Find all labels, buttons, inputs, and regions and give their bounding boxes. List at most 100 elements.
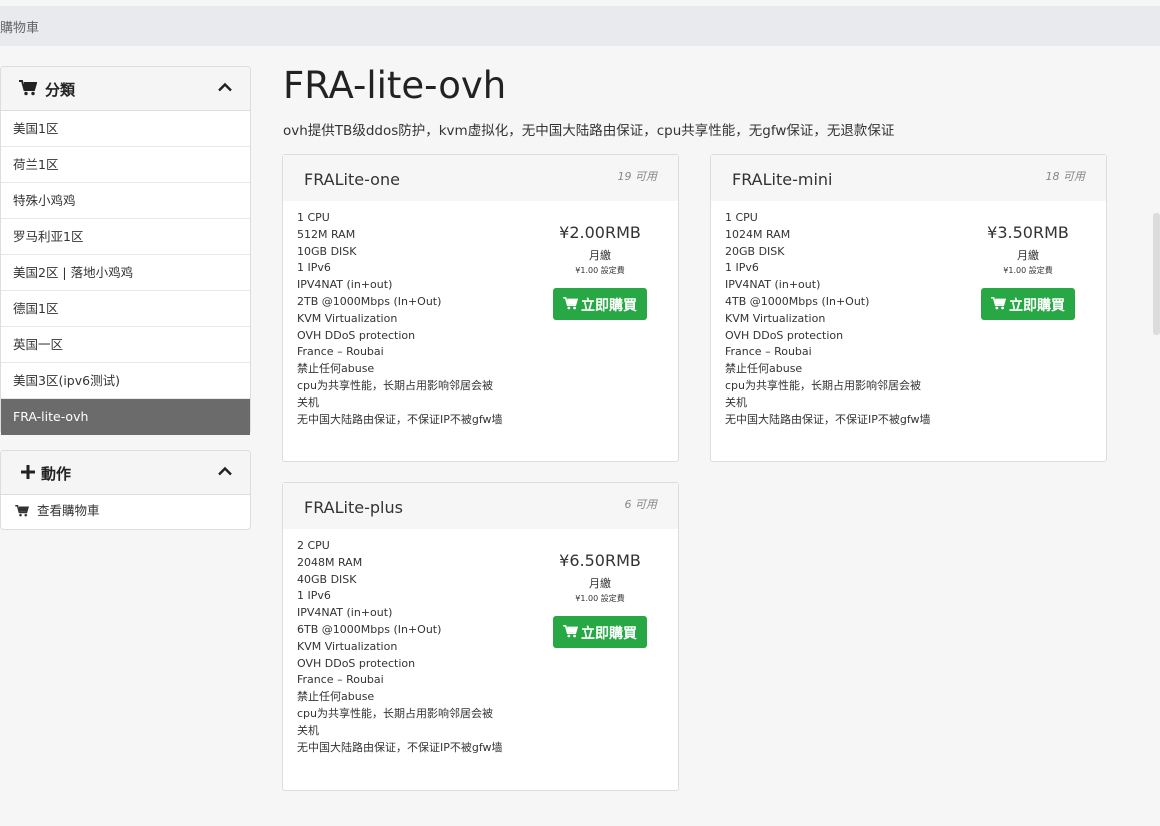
spec-item: 无中国大陆路由保证，不保证IP不被gfw墙	[725, 412, 931, 426]
spec-item: KVM Virtualization	[297, 311, 398, 325]
sidebar-item-us1[interactable]: 美国1区	[1, 111, 250, 147]
plus-icon	[21, 465, 35, 479]
cart-icon	[15, 505, 29, 517]
order-now-label: 立即購買	[1009, 298, 1065, 314]
cart-icon	[563, 625, 578, 638]
product-price: ¥6.50RMB	[559, 551, 641, 570]
spec-item: France – Roubai	[297, 345, 384, 359]
spec-list: 1 CPU 512M RAM 10GB DISK 1 IPv6 IPV4NAT …	[297, 210, 503, 428]
spec-item: cpu为共享性能，长期占用影响邻居会被	[725, 378, 922, 392]
spec-list: 2 CPU 2048M RAM 40GB DISK 1 IPv6 IPV4NAT…	[297, 538, 503, 756]
spec-item: 关机	[725, 395, 747, 409]
billing-cycle: 月繳	[589, 577, 611, 590]
spec-item: IPV4NAT (in+out)	[725, 278, 821, 292]
categories-title: 分類	[45, 81, 76, 99]
spec-item: 1 IPv6	[297, 261, 331, 275]
spec-item: France – Roubai	[725, 345, 812, 359]
stock-badge: 19 可用	[617, 170, 658, 183]
sidebar-item-us3[interactable]: 美国3区(ipv6测试)	[1, 363, 250, 399]
spec-item: 2TB @1000Mbps (In+Out)	[297, 294, 442, 308]
order-now-button[interactable]: 立即購買	[553, 616, 647, 648]
spec-item: cpu为共享性能，长期占用影响邻居会被	[297, 378, 494, 392]
spec-item: 1 CPU	[297, 211, 330, 224]
spec-item: 无中国大陆路由保证，不保证IP不被gfw墙	[297, 740, 503, 754]
cart-icon	[19, 80, 37, 96]
sidebar-item-us2[interactable]: 美国2区 | 落地小鸡鸡	[1, 255, 250, 291]
spec-item: 1 IPv6	[297, 589, 331, 603]
categories-header[interactable]: 分類	[1, 67, 250, 111]
spec-list: 1 CPU 1024M RAM 20GB DISK 1 IPv6 IPV4NAT…	[725, 210, 931, 428]
order-now-label: 立即購買	[581, 626, 637, 642]
spec-item: 关机	[297, 395, 319, 409]
cart-icon	[991, 297, 1006, 310]
sidebar-item-uk1[interactable]: 英国一区	[1, 327, 250, 363]
page-title: FRA-lite-ovh	[283, 64, 507, 107]
spec-item: 10GB DISK	[297, 244, 357, 258]
order-now-label: 立即購買	[581, 298, 637, 314]
actions-header[interactable]: 動作	[1, 451, 250, 495]
sidebar-item-ro1[interactable]: 罗马利亚1区	[1, 219, 250, 255]
view-cart-link[interactable]: 查看購物車	[1, 495, 250, 529]
sidebar-item-de1[interactable]: 德国1区	[1, 291, 250, 327]
spec-item: 无中国大陆路由保证，不保证IP不被gfw墙	[297, 412, 503, 426]
card-header: FRALite-mini 18 可用	[711, 155, 1106, 201]
spec-item: 2048M RAM	[297, 555, 363, 569]
spec-item: KVM Virtualization	[725, 311, 826, 325]
spec-item: 20GB DISK	[725, 244, 785, 258]
page-description: ovh提供TB级ddos防护，kvm虚拟化，无中国大陆路由保证，cpu共享性能，…	[283, 123, 895, 139]
setup-fee: ¥1.00 設定費	[575, 594, 625, 603]
scrollbar-thumb[interactable]	[1153, 213, 1160, 335]
spec-item: 4TB @1000Mbps (In+Out)	[725, 294, 870, 308]
product-card-fralite-mini: FRALite-mini 18 可用 1 CPU 1024M RAM 20GB …	[710, 154, 1107, 462]
billing-cycle: 月繳	[1017, 249, 1039, 262]
spec-item: KVM Virtualization	[297, 639, 398, 653]
sidebar-item-special[interactable]: 特殊小鸡鸡	[1, 183, 250, 219]
product-card-fralite-plus: FRALite-plus 6 可用 2 CPU 2048M RAM 40GB D…	[282, 482, 679, 791]
view-cart-label: 查看購物車	[37, 503, 100, 518]
product-name: FRALite-plus	[304, 498, 403, 517]
breadcrumb-bar: 購物車	[0, 6, 1160, 46]
spec-item: OVH DDoS protection	[725, 328, 844, 342]
spec-item: OVH DDoS protection	[297, 328, 416, 342]
product-name: FRALite-mini	[732, 170, 833, 189]
stock-badge: 6 可用	[624, 498, 658, 511]
spec-item: 2 CPU	[297, 539, 330, 552]
actions-title: 動作	[41, 465, 72, 483]
order-now-button[interactable]: 立即購買	[981, 288, 1075, 320]
spec-item: 禁止任何abuse	[725, 362, 803, 376]
spec-item: IPV4NAT (in+out)	[297, 606, 393, 620]
spec-item: France – Roubai	[297, 673, 384, 687]
spec-item: OVH DDoS protection	[297, 656, 416, 670]
spec-item: 40GB DISK	[297, 572, 357, 586]
product-price: ¥3.50RMB	[987, 223, 1069, 242]
actions-panel: 動作 查看購物車	[0, 450, 251, 530]
spec-item: 1024M RAM	[725, 227, 791, 241]
sidebar-item-fra-lite-ovh[interactable]: FRA-lite-ovh	[1, 399, 250, 435]
product-card-fralite-one: FRALite-one 19 可用 1 CPU 512M RAM 10GB DI…	[282, 154, 679, 462]
chevron-up-icon[interactable]	[218, 82, 232, 92]
spec-item: 1 CPU	[725, 211, 758, 224]
sidebar-item-nl1[interactable]: 荷兰1区	[1, 147, 250, 183]
categories-panel: 分類 美国1区 荷兰1区 特殊小鸡鸡 罗马利亚1区 美国2区 | 落地小鸡鸡 德…	[0, 66, 251, 435]
spec-item: 关机	[297, 723, 319, 737]
card-header: FRALite-plus 6 可用	[283, 483, 678, 529]
spec-item: 禁止任何abuse	[297, 362, 375, 376]
spec-item: cpu为共享性能，长期占用影响邻居会被	[297, 706, 494, 720]
cart-icon	[563, 297, 578, 310]
spec-item: 6TB @1000Mbps (In+Out)	[297, 622, 442, 636]
stock-badge: 18 可用	[1045, 170, 1086, 183]
breadcrumb[interactable]: 購物車	[0, 17, 39, 36]
card-header: FRALite-one 19 可用	[283, 155, 678, 201]
spec-item: 禁止任何abuse	[297, 690, 375, 704]
setup-fee: ¥1.00 設定費	[575, 266, 625, 275]
product-name: FRALite-one	[304, 170, 400, 189]
spec-item: 1 IPv6	[725, 261, 759, 275]
spec-item: IPV4NAT (in+out)	[297, 278, 393, 292]
billing-cycle: 月繳	[589, 249, 611, 262]
setup-fee: ¥1.00 設定費	[1003, 266, 1053, 275]
chevron-up-icon[interactable]	[218, 466, 232, 476]
spec-item: 512M RAM	[297, 227, 356, 241]
order-now-button[interactable]: 立即購買	[553, 288, 647, 320]
product-price: ¥2.00RMB	[559, 223, 641, 242]
category-list: 美国1区 荷兰1区 特殊小鸡鸡 罗马利亚1区 美国2区 | 落地小鸡鸡 德国1区…	[1, 111, 250, 435]
